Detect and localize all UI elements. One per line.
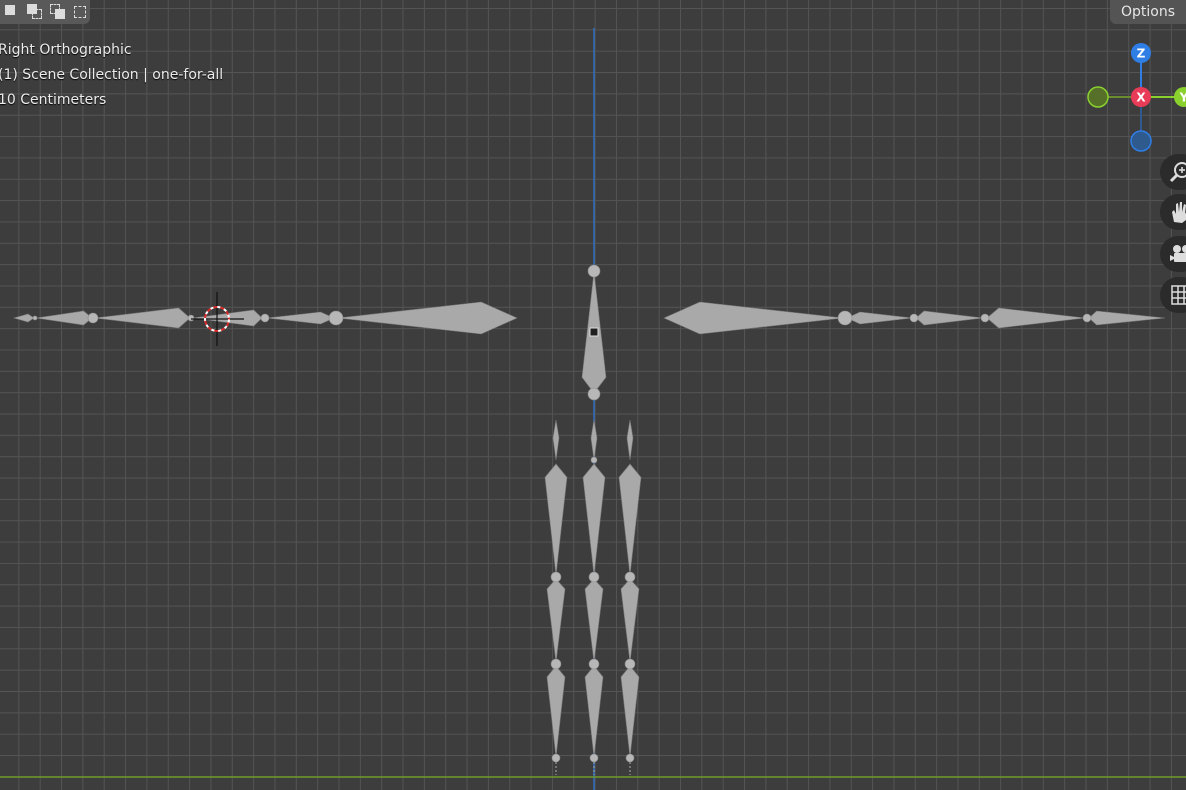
gizmo-x-label: X	[1136, 91, 1146, 105]
zoom-icon	[1169, 162, 1186, 183]
bone[interactable]	[626, 419, 634, 461]
bone-joint[interactable]	[187, 314, 195, 322]
bone-joint[interactable]	[590, 456, 598, 464]
gizmo-y-axis[interactable]: Y	[1174, 87, 1186, 107]
bone-joint[interactable]	[587, 387, 601, 401]
bone-joint[interactable]	[587, 264, 601, 278]
bone-joint[interactable]	[588, 658, 600, 670]
bone[interactable]	[35, 310, 93, 326]
bone-joint[interactable]	[87, 312, 99, 324]
scale-label: 10 Centimeters	[0, 92, 107, 108]
grid-perspective-icon	[1171, 285, 1186, 305]
options-button[interactable]: Options	[1110, 0, 1186, 24]
armature-bones[interactable]	[12, 264, 1166, 775]
gizmo-z-negative[interactable]	[1130, 130, 1152, 152]
collection-label: (1) Scene Collection | one-for-all	[0, 67, 224, 83]
3d-viewport[interactable]: Right Orthographic (1) Scene Collection …	[0, 0, 1186, 790]
select-box-subtract-icon[interactable]	[48, 2, 68, 22]
bone[interactable]	[1088, 310, 1166, 326]
bone-joint[interactable]	[1082, 313, 1092, 323]
bone[interactable]	[584, 578, 604, 663]
bone[interactable]	[12, 313, 35, 323]
gizmo-y-negative[interactable]	[1087, 86, 1109, 108]
bone[interactable]	[618, 463, 642, 576]
armature-scene[interactable]	[0, 0, 1186, 790]
select-mode-toolbar	[0, 0, 90, 24]
select-box-new-icon[interactable]	[2, 2, 22, 22]
bone-joint[interactable]	[624, 571, 636, 583]
bone-joint[interactable]	[625, 753, 635, 763]
bone-joint[interactable]	[588, 571, 600, 583]
bone-joint[interactable]	[550, 658, 562, 670]
bone-joint[interactable]	[909, 313, 919, 323]
bone-joint[interactable]	[32, 315, 38, 321]
view-name-label: Right Orthographic	[0, 42, 132, 58]
bone[interactable]	[337, 301, 518, 335]
bone[interactable]	[552, 419, 560, 461]
select-box-extend-icon[interactable]	[25, 2, 45, 22]
bone[interactable]	[546, 578, 566, 663]
3d-cursor[interactable]	[191, 292, 244, 346]
bone[interactable]	[584, 665, 604, 758]
bone[interactable]	[546, 665, 566, 758]
bone-joint[interactable]	[550, 571, 562, 583]
gizmo-z-axis[interactable]: Z	[1131, 43, 1151, 63]
bone[interactable]	[582, 463, 606, 576]
bone-joint[interactable]	[980, 313, 990, 323]
gizmo-y-label: Y	[1179, 91, 1186, 105]
bone[interactable]	[986, 307, 1086, 329]
bone[interactable]	[915, 310, 984, 326]
select-box-invert-icon[interactable]	[70, 2, 90, 22]
bone[interactable]	[620, 578, 640, 663]
camera-icon	[1170, 245, 1186, 262]
bone-joint[interactable]	[328, 310, 344, 326]
bone[interactable]	[663, 301, 844, 335]
bone-joint[interactable]	[589, 753, 599, 763]
bone[interactable]	[94, 307, 191, 329]
bone-joint[interactable]	[624, 658, 636, 670]
bone-joint[interactable]	[260, 313, 270, 323]
pan-hand-icon	[1172, 202, 1186, 223]
bone-origin-marker	[589, 327, 599, 337]
bone[interactable]	[590, 419, 598, 461]
bone[interactable]	[620, 665, 640, 758]
bone-joint[interactable]	[551, 753, 561, 763]
bone[interactable]	[266, 311, 335, 325]
navigation-gizmo[interactable]: Z X Y	[1080, 38, 1186, 158]
bone[interactable]	[846, 311, 913, 325]
gizmo-z-label: Z	[1137, 47, 1146, 61]
bone-joint[interactable]	[837, 310, 853, 326]
bone[interactable]	[544, 463, 568, 576]
gizmo-x-axis[interactable]: X	[1131, 87, 1151, 107]
